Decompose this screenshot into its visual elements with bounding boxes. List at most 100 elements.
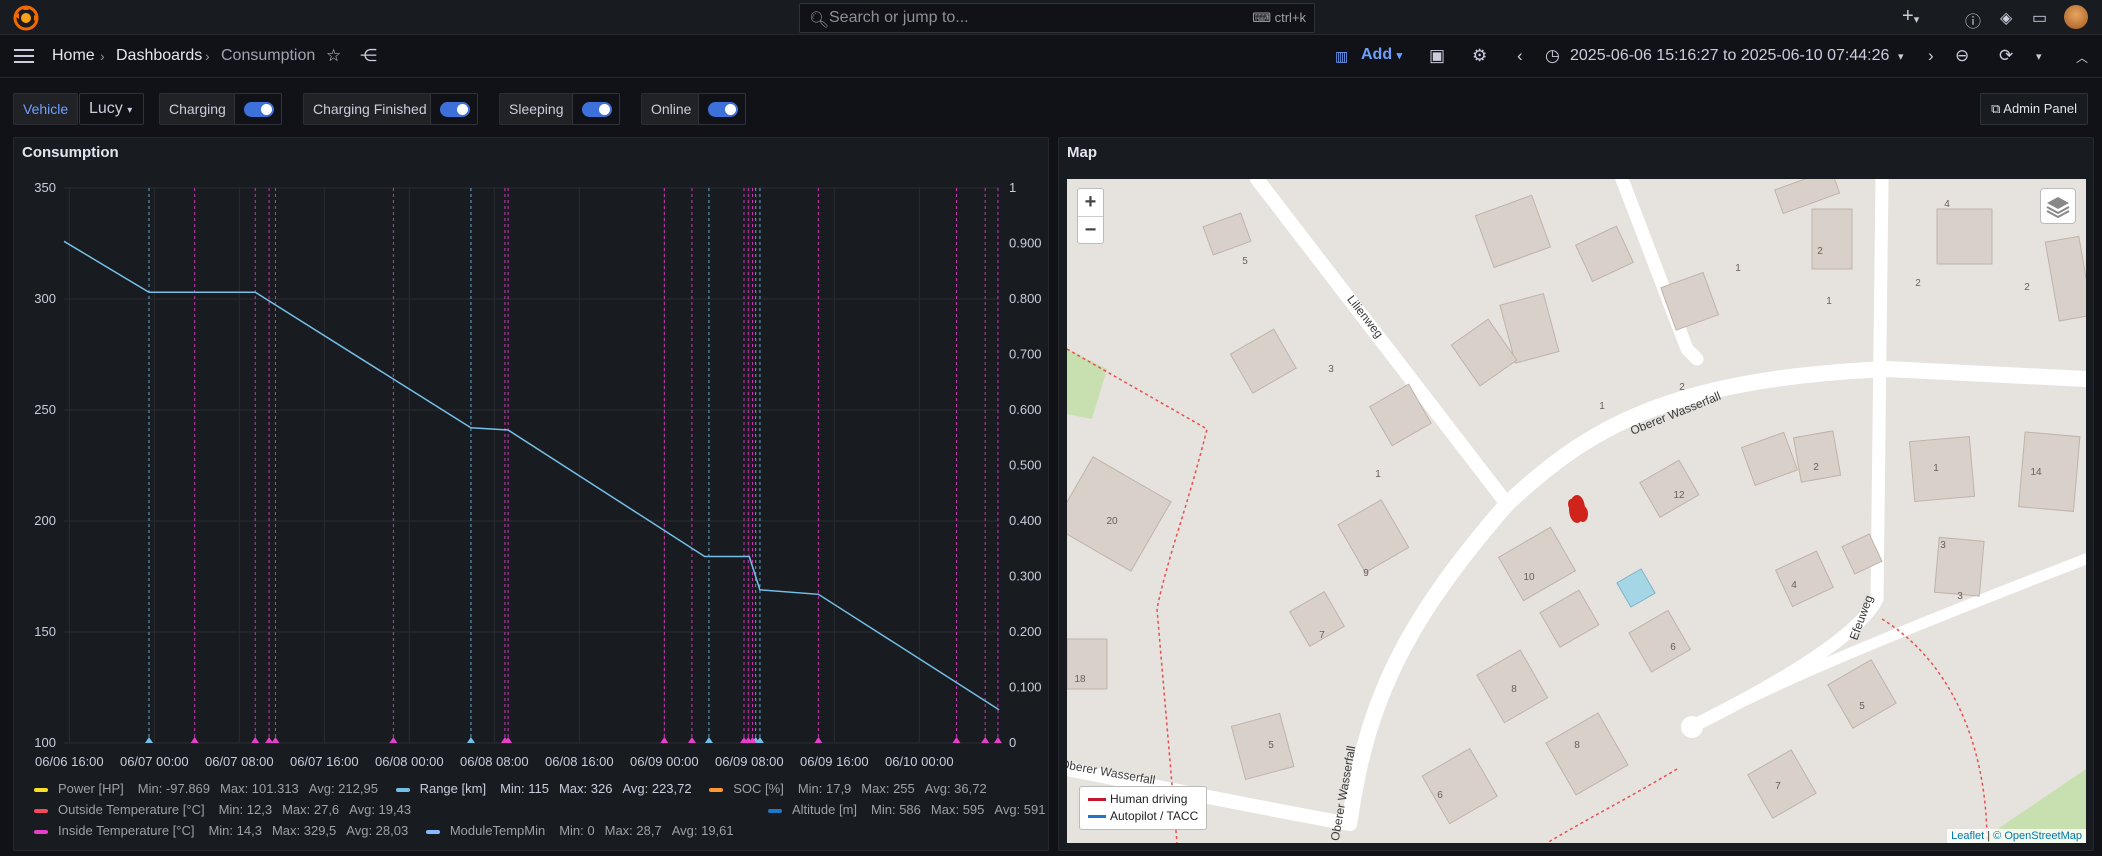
y-right-tick-label: 0.200 <box>1009 624 1042 639</box>
legend-stat: Min: 12,3 <box>218 802 273 817</box>
sleeping-label: Sleeping <box>499 93 574 125</box>
x-tick-label: 06/06 16:00 <box>35 754 104 769</box>
legend-swatch <box>34 808 48 813</box>
time-range-chevron-down-icon[interactable]: ▾ <box>1898 50 1904 63</box>
top-bar: 🔍︎ Search or jump to... ⌨ ctrl+k + ▾ ⓘ ◈… <box>0 0 2102 35</box>
search-placeholder: Search or jump to... <box>829 9 969 26</box>
legend-swatch <box>34 829 48 834</box>
svg-text:4: 4 <box>1944 199 1950 210</box>
zoom-out-time-icon[interactable]: ⊖ <box>1955 46 1969 66</box>
online-toggle[interactable] <box>698 93 746 125</box>
legend-stat: Min: 586 <box>871 802 921 817</box>
drive-marker-triangle <box>660 737 669 743</box>
state-marker-triangle <box>145 737 153 743</box>
legend-human-driving: Human driving <box>1110 792 1188 806</box>
rss-news-icon[interactable]: ◈ <box>2000 8 2012 28</box>
sidebar-toggle-icon[interactable]: ▭ <box>2032 8 2047 28</box>
time-back-chevron-icon[interactable]: ‹ <box>1517 46 1523 66</box>
svg-text:14: 14 <box>2030 467 2042 478</box>
star-icon[interactable]: ☆ <box>326 46 341 66</box>
drive-marker-triangle <box>190 737 199 743</box>
legend-swatch <box>709 787 724 792</box>
legend-stat: Max: 326 <box>558 781 613 796</box>
osm-link[interactable]: © OpenStreetMap <box>1993 830 2082 842</box>
zoom-out-button[interactable]: − <box>1078 216 1103 243</box>
svg-text:5: 5 <box>1268 740 1274 751</box>
charging-finished-label: Charging Finished <box>303 93 437 125</box>
save-icon[interactable]: ▣ <box>1429 46 1445 66</box>
leaflet-link[interactable]: Leaflet <box>1951 830 1984 842</box>
search-input[interactable]: 🔍︎ Search or jump to... ⌨ ctrl+k <box>799 3 1315 33</box>
x-tick-label: 06/10 00:00 <box>885 754 954 769</box>
refresh-interval-chevron-icon[interactable]: ▾ <box>2036 50 2042 63</box>
y-left-tick-label: 150 <box>34 624 56 639</box>
svg-text:20: 20 <box>1106 516 1118 527</box>
breadcrumb-home[interactable]: Home <box>52 47 95 65</box>
charging-toggle[interactable] <box>234 93 282 125</box>
nav-bar: Home › Dashboards › Consumption ☆ ⋲ ▥ Ad… <box>0 36 2102 78</box>
refresh-icon[interactable]: ⟳ <box>1999 46 2013 66</box>
grafana-logo-icon[interactable] <box>13 5 39 31</box>
layers-button[interactable] <box>2040 188 2076 224</box>
y-left-tick-label: 250 <box>34 402 56 417</box>
legend-stat: Min: 115 <box>500 781 549 796</box>
x-tick-label: 06/09 00:00 <box>630 754 699 769</box>
legend-item-inside-temp[interactable]: Inside Temperature [°C] <box>58 823 194 838</box>
svg-text:1: 1 <box>1826 296 1832 307</box>
consumption-chart[interactable]: 350 300 250 200 150 100 1 0.900 0.800 0.700 0.600 0… <box>14 138 1050 778</box>
charging-finished-toggle[interactable] <box>430 93 478 125</box>
y-right-tick-label: 0 <box>1009 735 1016 750</box>
svg-text:1: 1 <box>1933 463 1939 474</box>
y-right-tick-label: 0.500 <box>1009 458 1042 473</box>
drive-marker-triangle <box>389 737 398 743</box>
settings-gear-icon[interactable]: ⚙ <box>1472 46 1487 66</box>
legend-stat: Avg: 212,95 <box>308 781 378 796</box>
zoom-in-button[interactable]: + <box>1078 189 1103 216</box>
share-icon[interactable]: ⋲ <box>360 46 377 66</box>
legend-item-range[interactable]: Range [km] <box>420 781 486 796</box>
layers-icon <box>2046 197 2070 219</box>
svg-text:2: 2 <box>1915 278 1921 289</box>
x-tick-label: 06/09 16:00 <box>800 754 869 769</box>
collapse-chevron-up-icon[interactable]: ︿ <box>2076 49 2088 66</box>
time-range-picker[interactable]: 2025-06-06 15:16:27 to 2025-06-10 07:44:… <box>1570 47 1889 65</box>
charging-label: Charging <box>159 93 236 125</box>
legend-item-soc[interactable]: SOC [%] <box>733 781 784 796</box>
time-forward-chevron-icon[interactable]: › <box>1928 46 1934 66</box>
legend-stat: Avg: 28,03 <box>346 823 409 838</box>
legend-item-altitude[interactable]: Altitude [m] <box>792 802 857 817</box>
help-icon[interactable]: ⓘ <box>1965 8 1981 32</box>
y-left-tick-label: 200 <box>34 513 56 528</box>
legend-item-power[interactable]: Power [HP] <box>58 781 124 796</box>
drive-marker-triangle <box>687 737 696 743</box>
new-plus-icon[interactable]: + ▾ <box>1902 5 1919 28</box>
map-tiles: 53121421221212097185101233144688675 Lili… <box>1067 179 2086 843</box>
legend-stat: Max: 329,5 <box>271 823 337 838</box>
legend-stat: Max: 595 <box>930 802 985 817</box>
add-panel-icon: ▥ <box>1335 48 1349 64</box>
y-right-tick-label: 0.600 <box>1009 402 1042 417</box>
vehicle-select[interactable]: Lucy ▾ <box>79 93 144 125</box>
map-zoom-controls: + − <box>1077 188 1104 244</box>
breadcrumb-dashboards[interactable]: Dashboards <box>116 47 202 65</box>
admin-panel-button[interactable]: ⧉ Admin Panel <box>1980 93 2088 125</box>
legend-swatch <box>768 808 782 813</box>
x-tick-label: 06/07 00:00 <box>120 754 189 769</box>
svg-text:10: 10 <box>1523 572 1535 583</box>
y-right-tick-label: 0.400 <box>1009 513 1042 528</box>
legend-swatch <box>425 829 440 834</box>
legend-item-module-temp-min[interactable]: ModuleTempMin <box>450 823 545 838</box>
svg-text:7: 7 <box>1775 781 1781 792</box>
legend-item-outside-temp[interactable]: Outside Temperature [°C] <box>58 802 205 817</box>
breadcrumb-separator-icon: › <box>100 48 105 64</box>
map-attribution: Leaflet | © OpenStreetMap <box>1947 829 2086 843</box>
legend-autopilot: Autopilot / TACC <box>1110 809 1199 823</box>
svg-text:2: 2 <box>1813 462 1819 473</box>
sleeping-toggle[interactable] <box>572 93 620 125</box>
svg-text:3: 3 <box>1957 591 1963 602</box>
avatar[interactable] <box>2064 5 2088 29</box>
add-button[interactable]: Add ▾ <box>1361 46 1402 64</box>
menu-icon[interactable] <box>14 48 34 64</box>
drive-marker-triangle <box>265 737 274 743</box>
map-view[interactable]: 5 3 1 2 1 4 2 1 2 2 1 2 1 20 9 7 18 5 10 12 3 3 14 4 6 8 8 6 7 5 Lili… <box>1067 179 2086 843</box>
